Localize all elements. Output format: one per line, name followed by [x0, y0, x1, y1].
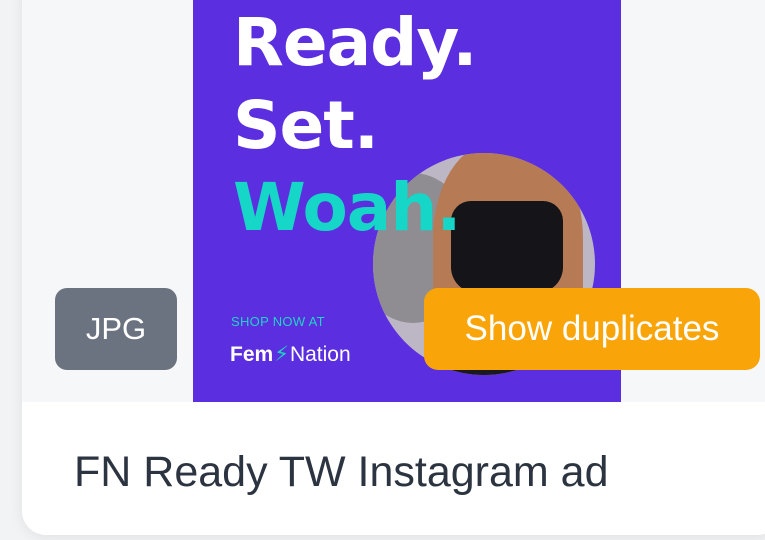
ad-headline-line3: Woah.	[233, 169, 461, 246]
brand-runner-icon: ⚡	[274, 343, 289, 366]
show-duplicates-button[interactable]: Show duplicates	[424, 288, 760, 370]
ad-photo-sports-bra	[451, 201, 563, 293]
ad-headline-line1: Ready.	[233, 4, 477, 81]
asset-title[interactable]: FN Ready TW Instagram ad	[74, 448, 609, 497]
ad-headline-line2: Set.	[233, 87, 379, 164]
asset-preview[interactable]: Ready. Set. Woah. SHOP NOW AT Fem⚡Nation…	[22, 0, 765, 402]
ad-shop-text: SHOP NOW AT	[231, 314, 325, 329]
asset-card[interactable]: Ready. Set. Woah. SHOP NOW AT Fem⚡Nation…	[22, 0, 765, 535]
ad-brand-logo: Fem⚡Nation	[230, 342, 351, 367]
ad-brand-nation: Nation	[289, 343, 351, 366]
ad-brand-fem: Fem	[230, 343, 274, 366]
file-format-badge: JPG	[55, 288, 177, 370]
